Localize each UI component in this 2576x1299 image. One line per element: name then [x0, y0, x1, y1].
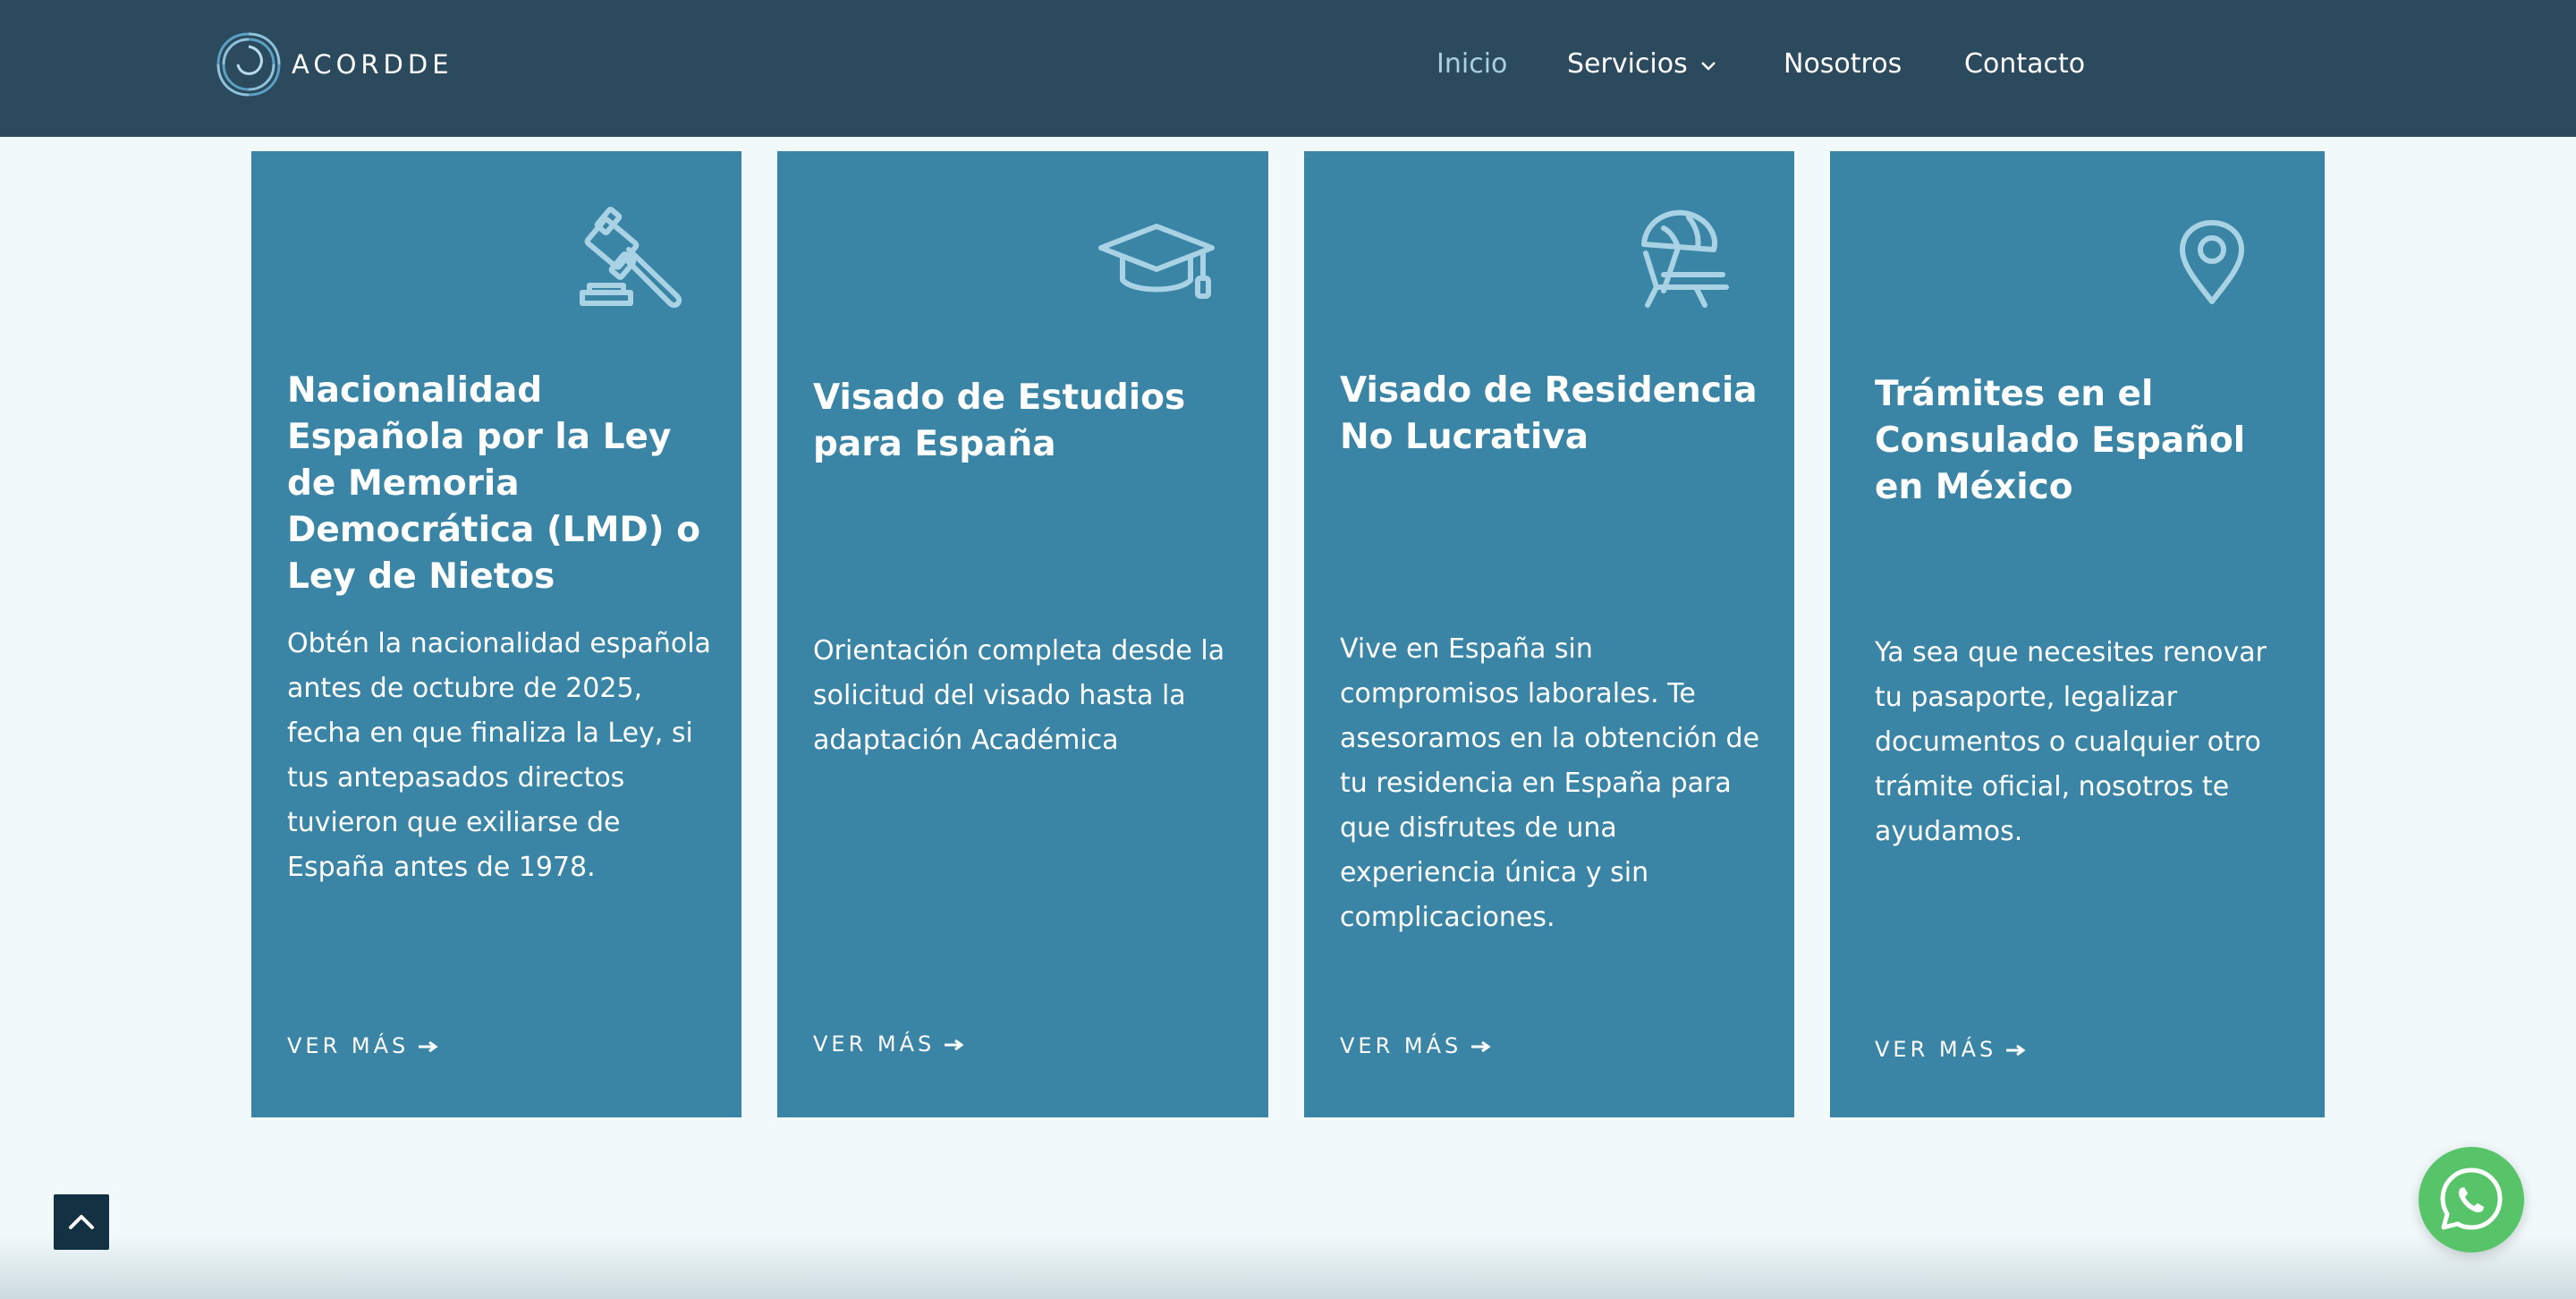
arrow-right-icon [2006, 1044, 2026, 1057]
nav-item-servicios-label: Servicios [1567, 48, 1688, 80]
site-header: ACORDDE Inicio Servicios Nosotros Contac… [0, 0, 2576, 137]
arrow-right-icon [945, 1039, 964, 1051]
nav-item-inicio[interactable]: Inicio [1436, 45, 1507, 84]
nav-item-servicios[interactable]: Servicios [1567, 45, 1718, 84]
beach-umbrella-chair-icon [1637, 205, 1735, 310]
swirl-logo-icon [216, 32, 281, 97]
card-description: Orientación completa desde la solicitud … [813, 635, 1225, 756]
service-card-residencia[interactable]: Visado de Residencia No Lucrativa Vive e… [1304, 151, 1794, 1117]
service-card-consulado[interactable]: Trámites en el Consulado Español en Méxi… [1830, 151, 2325, 1117]
scroll-to-top-button[interactable] [54, 1194, 109, 1250]
service-card-nacionalidad[interactable]: Nacionalidad Española por la Ley de Memo… [251, 151, 741, 1117]
ver-mas-label: VER MÁS [1875, 1037, 1997, 1062]
map-pin-icon [2179, 219, 2245, 305]
ver-mas-link[interactable]: VER MÁS [1340, 1033, 1492, 1058]
card-title: Visado de Estudios para España [813, 378, 1186, 464]
card-description: Ya sea que necesites renovar tu pasaport… [1875, 637, 2267, 847]
nav-item-nosotros[interactable]: Nosotros [1784, 45, 1902, 84]
brand-name: ACORDDE [292, 49, 453, 80]
card-title: Trámites en el Consulado Español en Méxi… [1875, 374, 2246, 507]
brand-logo[interactable]: ACORDDE [213, 29, 453, 100]
ver-mas-label: VER MÁS [1340, 1033, 1462, 1058]
ver-mas-link[interactable]: VER MÁS [1875, 1037, 2027, 1062]
chevron-down-icon [1700, 61, 1716, 71]
ver-mas-link[interactable]: VER MÁS [813, 1032, 965, 1057]
chevron-up-icon [69, 1215, 94, 1229]
bottom-shadow [0, 1235, 2576, 1299]
ver-mas-label: VER MÁS [287, 1033, 410, 1058]
whatsapp-icon [2440, 1167, 2503, 1230]
arrow-right-icon [1471, 1040, 1491, 1053]
card-description: Vive en España sin compromisos laborales… [1340, 633, 1760, 933]
whatsapp-button[interactable] [2419, 1147, 2524, 1252]
card-description: Obtén la nacionalidad española antes de … [287, 628, 711, 883]
nav-item-contacto[interactable]: Contacto [1964, 45, 2085, 84]
ver-mas-label: VER MÁS [813, 1032, 936, 1057]
card-title: Visado de Residencia No Lucrativa [1340, 370, 1758, 457]
card-title: Nacionalidad Española por la Ley de Memo… [287, 370, 701, 597]
gavel-icon [577, 203, 691, 314]
ver-mas-link[interactable]: VER MÁS [287, 1033, 439, 1058]
arrow-right-icon [419, 1040, 438, 1053]
graduation-cap-icon [1097, 221, 1219, 301]
service-card-visado-estudios[interactable]: Visado de Estudios para España Orientaci… [777, 151, 1268, 1117]
